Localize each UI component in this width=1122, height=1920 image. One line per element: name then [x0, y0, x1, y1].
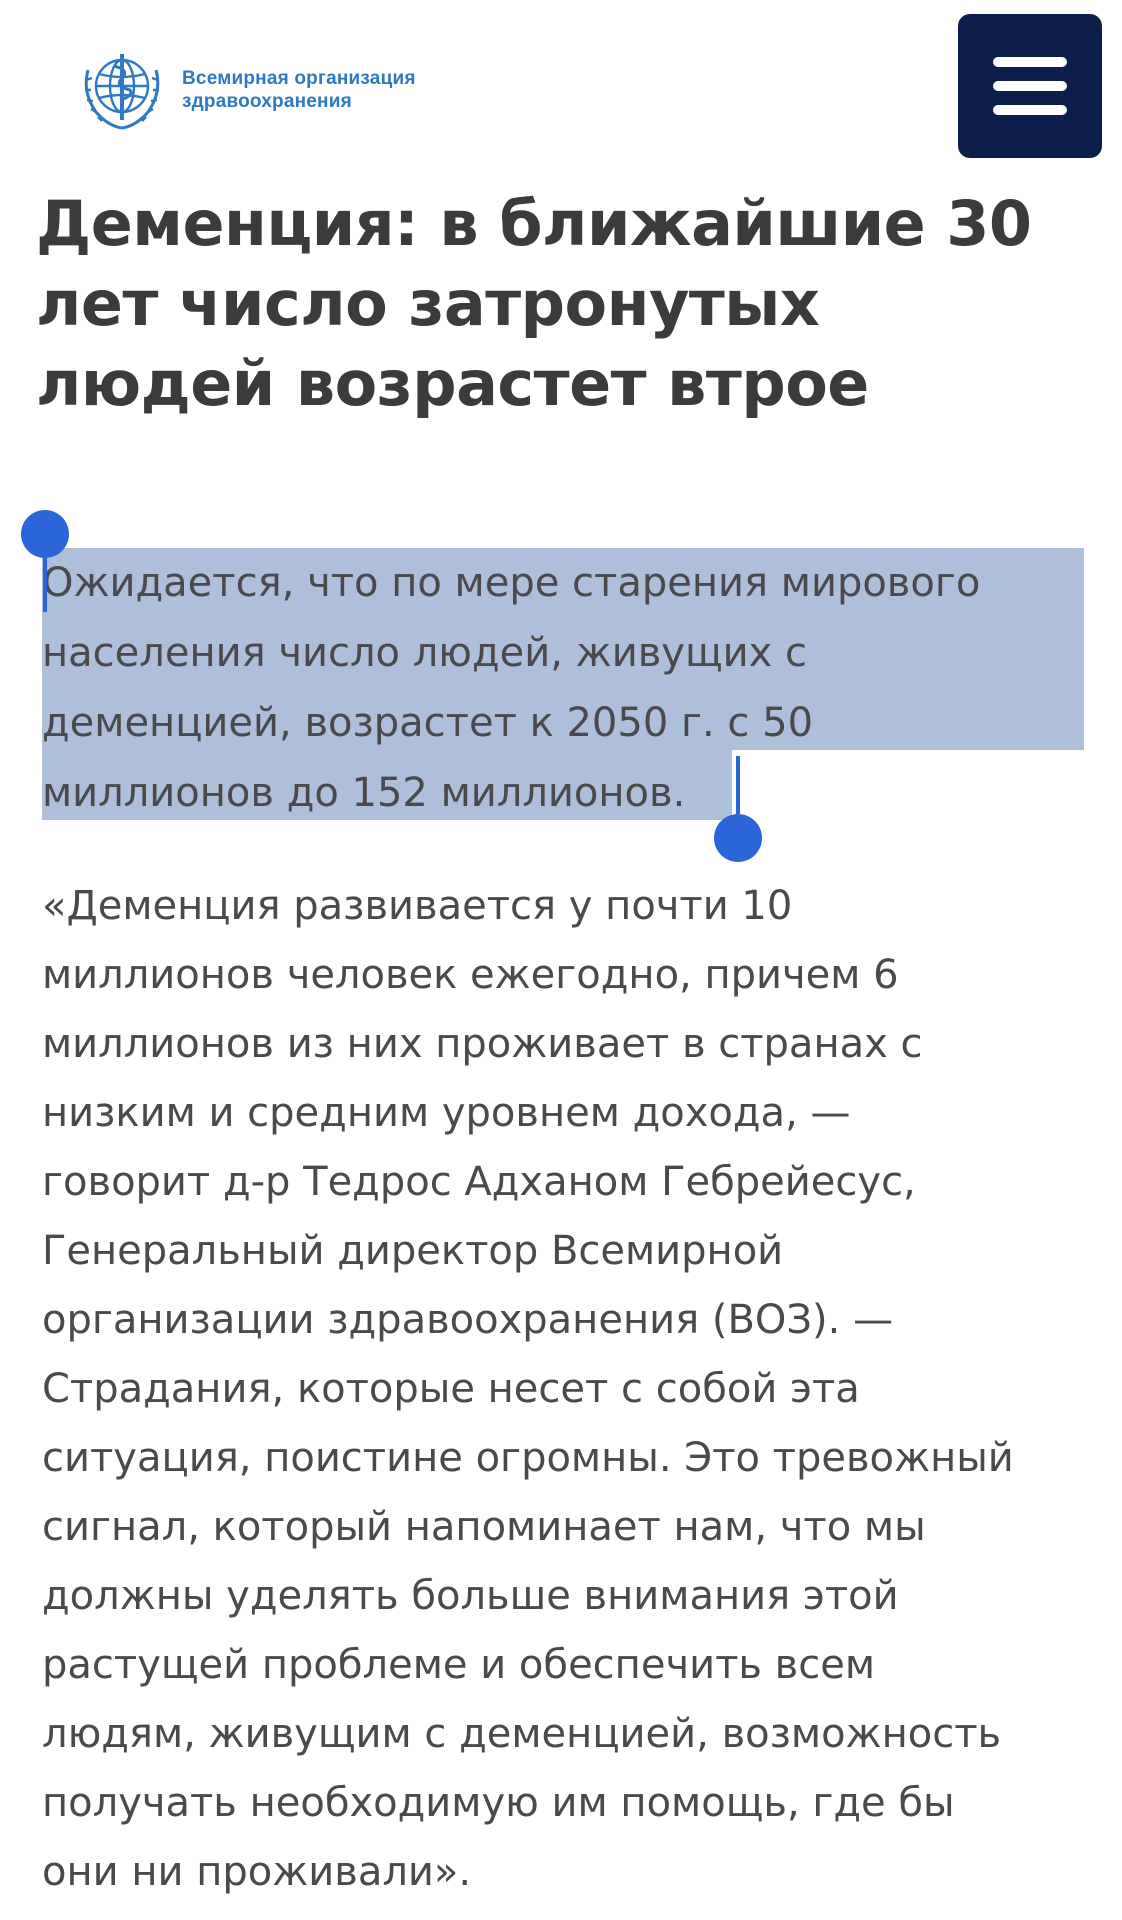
- quote-line: «Деменция развивается у почти 10: [42, 883, 793, 929]
- lead-line: населения число людей, живущих с: [42, 630, 807, 676]
- quote-line: людям, живущим с деменцией, возможность: [42, 1711, 1002, 1757]
- quote-line: низким и средним уровнем дохода, —: [42, 1090, 851, 1136]
- who-emblem-icon: [84, 54, 160, 130]
- quote-line: миллионов из них проживает в странах с: [42, 1021, 923, 1067]
- title-line: людей возрастет втрое: [36, 347, 869, 420]
- title-line: Деменция: в ближайшие 30: [36, 187, 1032, 260]
- title-line: лет число затронутых: [36, 267, 820, 340]
- org-name-line2: здравоохранения: [182, 91, 352, 112]
- lead-line: миллионов до 152 миллионов.: [42, 770, 686, 816]
- page-title: Деменция: в ближайшие 30 лет число затро…: [36, 184, 1096, 424]
- org-name: Всемирная организация здравоохранения: [182, 67, 416, 113]
- lead-line: деменцией, возрастет к 2050 г. с 50: [42, 700, 814, 746]
- org-name-line1: Всемирная организация: [182, 68, 416, 89]
- quote-line: говорит д-р Тедрос Адханом Гебрейесус,: [42, 1159, 916, 1205]
- quote-line: растущей проблеме и обеспечить всем: [42, 1642, 876, 1688]
- selection-start-handle[interactable]: [21, 510, 69, 558]
- selection-end-handle[interactable]: [714, 814, 762, 862]
- quote-line: должны уделять больше внимания этой: [42, 1573, 899, 1619]
- who-logo[interactable]: Всемирная организация здравоохранения: [72, 40, 416, 140]
- quote-line: они ни проживали».: [42, 1849, 472, 1895]
- quote-line: Генеральный директор Всемирной: [42, 1228, 784, 1274]
- quote-paragraph: «Деменция развивается у почти 10 миллион…: [42, 872, 1102, 1907]
- selection-end-caret: [736, 756, 740, 816]
- lead-line: Ожидается, что по мере старения мирового: [42, 560, 981, 606]
- site-header: Всемирная организация здравоохранения: [0, 0, 1122, 170]
- quote-line: ситуация, поистине огромны. Это тревожны…: [42, 1435, 1014, 1481]
- quote-line: миллионов человек ежегодно, причем 6: [42, 952, 899, 998]
- menu-button[interactable]: [958, 14, 1102, 158]
- quote-line: сигнал, который напоминает нам, что мы: [42, 1504, 926, 1550]
- hamburger-menu-icon: [993, 57, 1067, 115]
- quote-line: получать необходимую им помощь, где бы: [42, 1780, 955, 1826]
- quote-line: Страдания, которые несет с собой эта: [42, 1366, 860, 1412]
- quote-line: организации здравоохранения (ВОЗ). —: [42, 1297, 894, 1343]
- lead-paragraph[interactable]: Ожидается, что по мере старения мирового…: [42, 548, 1082, 828]
